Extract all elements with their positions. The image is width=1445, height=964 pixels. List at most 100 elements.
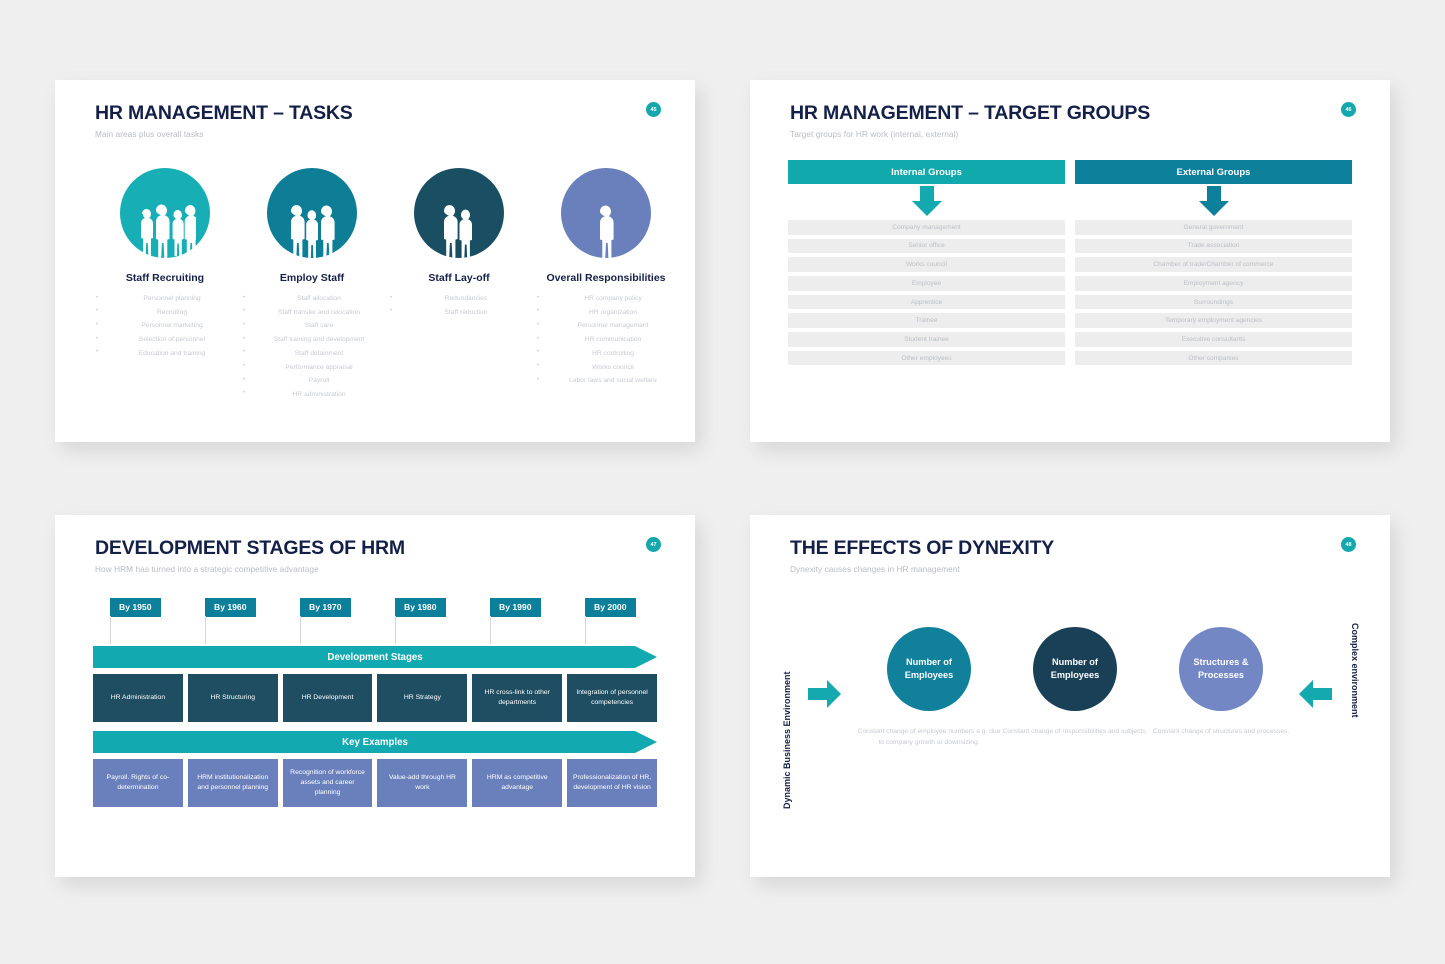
list-item: Redundancies [389, 292, 534, 306]
list-item: HR controlling [536, 346, 681, 361]
stage-box: HR Structuring [187, 674, 278, 722]
flag-label: By 1960 [205, 598, 256, 617]
flag-label: By 2000 [585, 598, 636, 617]
dynexity-item-0: Number of Employees Constant change of e… [854, 627, 1004, 748]
left-arrow-icon [1298, 679, 1332, 714]
external-groups-header: External Groups [1075, 160, 1352, 184]
timeline-flag: By 1960 [205, 597, 256, 644]
page-subtitle: Target groups for HR work (internal, ext… [790, 129, 959, 139]
list-item: Other companies [1075, 350, 1352, 366]
flag-pole [205, 616, 206, 644]
slide-hr-management-tasks[interactable]: HR MANAGEMENT – TASKS Main areas plus ov… [55, 80, 695, 442]
list-item: Company management [788, 220, 1065, 235]
list-item: Apprentice [788, 294, 1065, 310]
timeline: By 1950 By 1960 By 1970 By 1980 By 1990 [93, 597, 657, 807]
flag-label: By 1980 [395, 598, 446, 617]
slide-development-stages-of-hrm[interactable]: DEVELOPMENT STAGES OF HRM How HRM has tu… [55, 515, 695, 877]
list-item: HR company policy [536, 292, 681, 306]
list-item: Staff training and development [242, 333, 387, 347]
dynexity-caption: Constant change of structures and proces… [1152, 728, 1290, 735]
column-heading: Staff Lay-off [428, 272, 490, 284]
list-item: Employee [788, 276, 1065, 291]
timeline-flag: By 1950 [110, 597, 161, 644]
page-subtitle: How HRM has turned into a strategic comp… [95, 564, 319, 574]
two-people-icon [414, 168, 504, 258]
one-person-icon [561, 168, 651, 258]
column-heading: Overall Responsibilities [546, 272, 666, 284]
list-item: Education and training [95, 346, 240, 361]
list-item: Personnel planning [95, 292, 240, 306]
page-number-badge: 47 [646, 537, 661, 552]
flag-row: By 1950 By 1960 By 1970 By 1980 By 1990 [93, 597, 657, 644]
dynexity-circle-label: Number of Employees [1033, 627, 1117, 711]
list-item: General government [1075, 220, 1352, 235]
timeline-flag: By 2000 [585, 597, 636, 644]
list-item: Performance appraisal [242, 360, 387, 375]
axis-label-left: Dynamic Business Environment [782, 671, 792, 809]
list-item: Chamber of trade/Chamber of commerce [1075, 257, 1352, 272]
flag-pole [490, 616, 491, 644]
slide-hr-management-target-groups[interactable]: HR MANAGEMENT – TARGET GROUPS Target gro… [750, 80, 1390, 442]
bullet-list: Personnel planning Recruiting Personnel … [95, 292, 240, 361]
internal-groups-header: Internal Groups [788, 160, 1065, 184]
stage-box: HR cross-link to other departments [472, 674, 563, 722]
bullet-list: Redundancies Staff reduction [389, 292, 534, 319]
page-title: DEVELOPMENT STAGES OF HRM [95, 537, 405, 559]
flag-pole [300, 616, 301, 644]
example-box: HRM institutionalization and personnel p… [187, 759, 278, 807]
slide-deck-canvas: HR MANAGEMENT – TASKS Main areas plus ov… [0, 0, 1445, 964]
list-item: Trade association [1075, 238, 1352, 254]
list-item: Personnel marketing [95, 319, 240, 333]
list-item: Trainee [788, 313, 1065, 328]
list-item: Selection of personnel [95, 333, 240, 347]
list-item: Staff allocation [242, 292, 387, 306]
tasks-column-3: Overall Responsibilities HR company poli… [536, 168, 676, 387]
list-item: Surroundings [1075, 294, 1352, 310]
list-item: Staff care [242, 319, 387, 333]
list-item: HR communication [536, 333, 681, 347]
band-label: Key Examples [93, 731, 657, 753]
slide-the-effects-of-dynexity[interactable]: THE EFFECTS OF DYNEXITY Dynexity causes … [750, 515, 1390, 877]
page-subtitle: Main areas plus overall tasks [95, 129, 204, 139]
dynexity-caption: Constant change of employee numbers e.g.… [857, 728, 1001, 746]
stage-box: HR Development [282, 674, 373, 722]
flag-label: By 1990 [490, 598, 541, 617]
list-item: HR administration [242, 387, 387, 402]
external-groups-list: General government Trade association Cha… [1075, 220, 1352, 366]
list-item: Recruiting [95, 305, 240, 320]
list-item: Staff transfer and relocation [242, 305, 387, 320]
list-item: Staff reduction [389, 305, 534, 320]
page-title: HR MANAGEMENT – TARGET GROUPS [790, 102, 1151, 124]
key-examples-band: Key Examples [93, 731, 657, 753]
list-item: Works council [788, 257, 1065, 272]
four-people-icon [120, 168, 210, 258]
tasks-column-1: Employ Staff Staff allocation Staff tran… [242, 168, 382, 401]
column-heading: Staff Recruiting [125, 272, 205, 284]
external-groups-column: External Groups General government Trade… [1075, 160, 1352, 370]
bullet-list: HR company policy HR organization Person… [536, 292, 681, 388]
page-subtitle: Dynexity causes changes in HR management [790, 564, 960, 574]
timeline-flag: By 1980 [395, 597, 446, 644]
list-item: Other employees [788, 350, 1065, 366]
dynexity-caption: Constant change of responsibilities and … [1002, 728, 1148, 735]
list-item: Temporary employment agencies [1075, 313, 1352, 328]
tasks-column-2: Staff Lay-off Redundancies Staff reducti… [389, 168, 529, 319]
list-item: Student trainee [788, 332, 1065, 347]
development-stages-band: Development Stages [93, 646, 657, 668]
page-title: HR MANAGEMENT – TASKS [95, 102, 353, 124]
example-box: Recognition of workforce assets and care… [282, 759, 373, 807]
list-item: Staff detainment [242, 346, 387, 361]
stage-box: HR Administration [93, 674, 183, 722]
internal-groups-list: Company management Senior office Works c… [788, 220, 1065, 366]
page-number-badge: 46 [1341, 102, 1356, 117]
down-arrow-icon [1075, 184, 1352, 218]
example-box: Professionalization of HR, development o… [567, 759, 657, 807]
page-number-badge: 45 [646, 102, 661, 117]
list-item: Personnel management [536, 319, 681, 333]
dynexity-item-2: Structures & Processes Constant change o… [1146, 627, 1296, 737]
list-item: Executive consultants [1075, 332, 1352, 347]
stage-box: HR Strategy [377, 674, 468, 722]
list-item: Payroll [242, 374, 387, 388]
flag-pole [585, 616, 586, 644]
dynexity-diagram: Number of Employees Constant change of e… [808, 627, 1332, 807]
